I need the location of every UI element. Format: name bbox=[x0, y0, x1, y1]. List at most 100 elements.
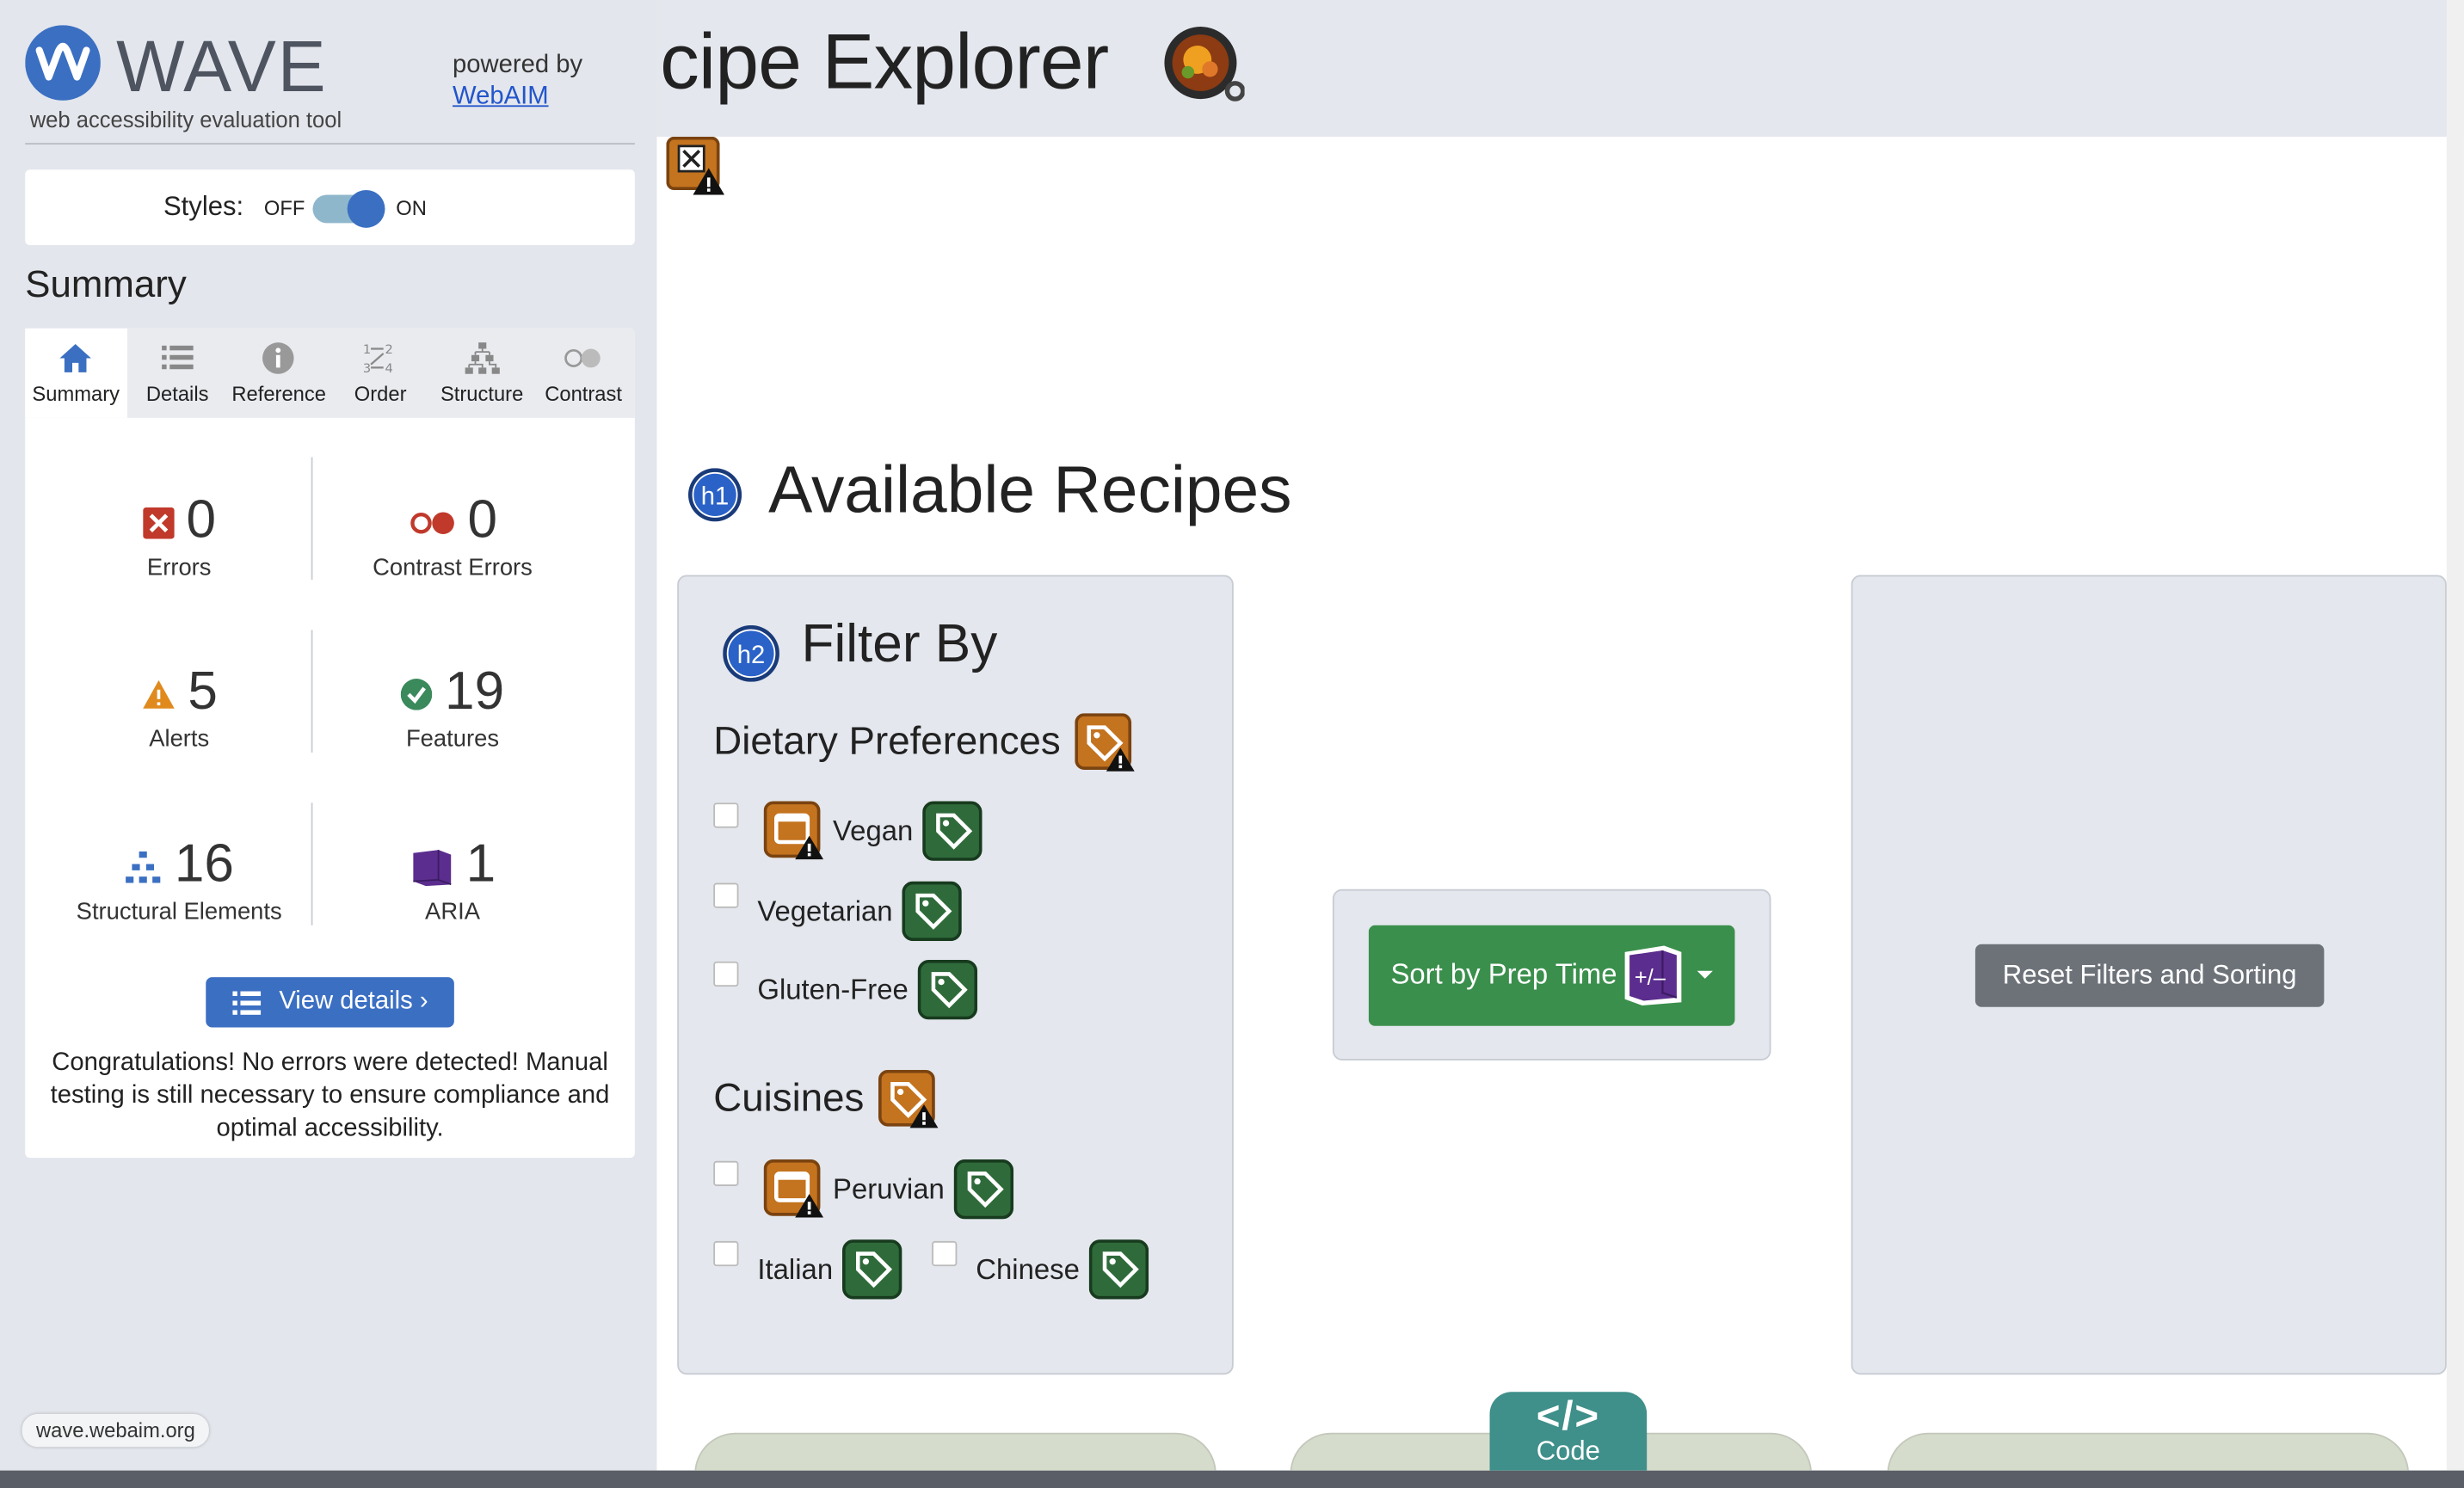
vegan-checkbox[interactable] bbox=[713, 802, 739, 828]
contrast-error-icon bbox=[410, 512, 454, 535]
view-details-button[interactable]: View details › bbox=[206, 977, 454, 1028]
recipe-card[interactable] bbox=[1887, 1432, 2410, 1471]
code-icon: </> bbox=[1536, 1392, 1600, 1440]
label-feature-icon[interactable] bbox=[922, 801, 983, 861]
sort-card: Sort by Prep Time +/– bbox=[1332, 888, 1771, 1061]
fieldset-alert-icon[interactable] bbox=[763, 1159, 824, 1219]
styles-label: Styles: bbox=[163, 191, 244, 222]
svg-text:4: 4 bbox=[385, 361, 393, 376]
italian-label[interactable]: Italian bbox=[757, 1253, 833, 1286]
powered-by: powered by WebAIM bbox=[453, 50, 582, 113]
vegan-label[interactable]: Vegan bbox=[833, 815, 913, 847]
filter-card: h2 Filter By Dietary Preferences Vegan V… bbox=[677, 575, 1234, 1375]
label-feature-icon[interactable] bbox=[917, 959, 978, 1020]
tab-details[interactable]: Details bbox=[126, 329, 228, 418]
dietary-heading: Dietary Preferences bbox=[713, 713, 1135, 772]
structural-stat[interactable]: 16 Structural Elements bbox=[40, 833, 317, 925]
aria-stat[interactable]: 1 ARIA bbox=[314, 833, 590, 925]
styles-toggle-box: Styles: OFF ON bbox=[25, 169, 635, 245]
styles-toggle[interactable] bbox=[312, 190, 385, 228]
vegetarian-checkbox[interactable] bbox=[713, 882, 739, 908]
features-count: 19 bbox=[445, 661, 505, 722]
feature-check-icon bbox=[400, 679, 433, 710]
filter-option[interactable]: Italian bbox=[713, 1239, 902, 1300]
label-feature-icon[interactable] bbox=[1088, 1239, 1149, 1300]
tab-label: Order bbox=[354, 381, 407, 406]
wave-sidebar: WAVE web accessibility evaluation tool p… bbox=[0, 0, 657, 1471]
aria-count: 1 bbox=[465, 833, 496, 895]
filter-option[interactable]: Vegetarian bbox=[713, 881, 962, 942]
chinese-label[interactable]: Chinese bbox=[976, 1253, 1080, 1286]
orphaned-label-alert-icon[interactable] bbox=[878, 1069, 939, 1129]
tab-label: Reference bbox=[231, 381, 326, 406]
tab-reference[interactable]: Reference bbox=[228, 329, 330, 418]
error-icon bbox=[142, 507, 174, 539]
cuisines-heading-label: Cuisines bbox=[713, 1076, 865, 1121]
webaim-link[interactable]: WebAIM bbox=[453, 82, 582, 114]
label-feature-icon[interactable] bbox=[902, 881, 962, 942]
recipe-card[interactable] bbox=[694, 1432, 1217, 1471]
pan-icon bbox=[1164, 27, 1245, 101]
toggle-knob[interactable] bbox=[347, 190, 385, 228]
status-url: wave.webaim.org bbox=[22, 1413, 210, 1448]
dropdown-caret-icon[interactable] bbox=[1697, 970, 1713, 979]
aria-feature-icon[interactable]: +/– bbox=[1620, 943, 1686, 1009]
view-details-label: View details › bbox=[279, 987, 428, 1015]
fieldset-alert-icon[interactable] bbox=[763, 801, 824, 861]
tab-label: Contrast bbox=[545, 381, 622, 406]
filter-option[interactable]: Gluten-Free bbox=[713, 959, 978, 1020]
styles-on-label: ON bbox=[396, 196, 427, 220]
svg-text:2: 2 bbox=[385, 342, 393, 357]
browser-viewport: WAVE web accessibility evaluation tool p… bbox=[0, 0, 2464, 1471]
label-feature-icon[interactable] bbox=[842, 1239, 902, 1300]
wave-logo-icon bbox=[25, 25, 101, 101]
filter-option[interactable]: Chinese bbox=[932, 1239, 1149, 1300]
alerts-stat[interactable]: 5 Alerts bbox=[40, 660, 317, 753]
code-panel-toggle[interactable]: </> Code bbox=[1489, 1392, 1648, 1471]
orphaned-label-alert-icon[interactable] bbox=[1075, 713, 1135, 772]
alert-icon bbox=[142, 679, 174, 709]
info-icon bbox=[262, 342, 295, 374]
peruvian-checkbox[interactable] bbox=[713, 1160, 739, 1187]
missing-image-alert-icon[interactable] bbox=[666, 136, 725, 196]
h2-badge-label: h2 bbox=[737, 642, 766, 669]
page-scrollbar[interactable] bbox=[2446, 0, 2464, 1471]
reset-filters-button[interactable]: Reset Filters and Sorting bbox=[1974, 944, 2325, 1007]
tab-order[interactable]: 1234 Order bbox=[330, 329, 431, 418]
label-feature-icon[interactable] bbox=[953, 1159, 1014, 1220]
errors-stat[interactable]: 0 Errors bbox=[40, 489, 317, 581]
sort-by-prep-time-button[interactable]: Sort by Prep Time +/– bbox=[1368, 925, 1735, 1026]
errors-label: Errors bbox=[146, 554, 212, 581]
cuisines-heading: Cuisines bbox=[713, 1069, 939, 1129]
contrast-errors-stat[interactable]: 0 Contrast Errors bbox=[314, 489, 590, 581]
filter-option[interactable]: Peruvian bbox=[713, 1159, 1014, 1220]
italian-checkbox[interactable] bbox=[713, 1240, 739, 1267]
structure-icon bbox=[465, 342, 500, 374]
gluten-free-checkbox[interactable] bbox=[713, 961, 739, 987]
powered-by-text: powered by bbox=[453, 52, 583, 79]
contrast-icon bbox=[564, 348, 601, 368]
features-stat[interactable]: 19 Features bbox=[314, 660, 590, 753]
alerts-label: Alerts bbox=[149, 725, 210, 753]
summary-heading: Summary bbox=[25, 263, 187, 307]
reset-card: Reset Filters and Sorting bbox=[1851, 575, 2447, 1375]
wave-tabs: Summary Details Reference 1234 Order Str… bbox=[25, 328, 635, 418]
page-content: cipe Explorer h1 Available Recipes h2 Fi… bbox=[656, 0, 2464, 1471]
list-icon bbox=[161, 345, 194, 370]
peruvian-label[interactable]: Peruvian bbox=[833, 1172, 945, 1205]
available-recipes-heading: Available Recipes bbox=[768, 452, 1292, 526]
list-icon bbox=[231, 991, 261, 1015]
chinese-checkbox[interactable] bbox=[932, 1240, 958, 1267]
summary-panel: Summary Details Reference 1234 Order Str… bbox=[25, 328, 635, 1159]
h1-badge-label: h1 bbox=[701, 483, 730, 510]
vegetarian-label[interactable]: Vegetarian bbox=[757, 895, 892, 927]
tab-contrast[interactable]: Contrast bbox=[533, 329, 634, 418]
gluten-free-label[interactable]: Gluten-Free bbox=[757, 974, 908, 1006]
filter-option[interactable]: Vegan bbox=[713, 801, 983, 861]
tab-summary[interactable]: Summary bbox=[25, 328, 127, 418]
h2-structure-icon[interactable]: h2 bbox=[723, 624, 779, 682]
h1-structure-icon[interactable]: h1 bbox=[688, 468, 742, 522]
tab-structure[interactable]: Structure bbox=[431, 329, 533, 418]
wave-logo-text: WAVE bbox=[116, 25, 328, 108]
divider bbox=[311, 630, 313, 753]
